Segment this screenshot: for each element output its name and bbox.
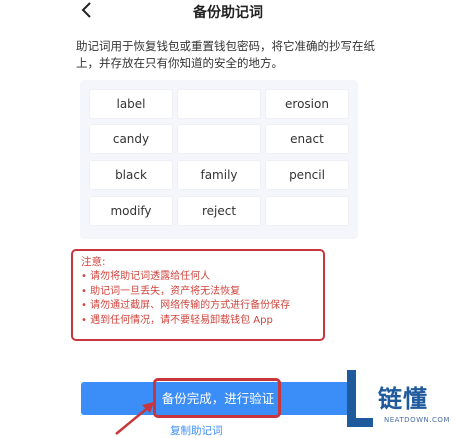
pointer-arrow-icon: [115, 402, 154, 435]
watermark-name: 链懂: [378, 385, 428, 413]
warning-notice: 注意: • 请勿将助记词透露给任何人 • 助记词一旦丢失，资产将无法恢复 • 请…: [71, 249, 325, 341]
watermark-domain: NEATDOWN.COM: [384, 416, 450, 424]
notice-item: • 请勿将助记词透露给任何人: [81, 271, 211, 282]
notice-title: 注意:: [81, 256, 106, 268]
mnemonic-word[interactable]: reject: [177, 196, 261, 226]
top-bar: 备份助记词: [0, 0, 456, 26]
mnemonic-word[interactable]: black: [89, 160, 173, 190]
notice-item: • 遇到任何情况，请不要轻易卸载钱包 App: [81, 314, 273, 326]
mnemonic-word[interactable]: label: [89, 89, 173, 119]
mnemonic-word[interactable]: erosion: [265, 89, 349, 119]
mnemonic-word[interactable]: [177, 124, 261, 154]
mnemonic-word[interactable]: enact: [265, 124, 349, 154]
copy-mnemonic-link[interactable]: 复制助记词: [170, 423, 223, 438]
mnemonic-word[interactable]: modify: [89, 196, 173, 226]
mnemonic-word[interactable]: pencil: [265, 160, 349, 190]
mnemonic-word[interactable]: candy: [89, 124, 173, 154]
mnemonic-word[interactable]: [265, 196, 349, 226]
mnemonic-description: 助记词用于恢复钱包或重置钱包密码，将它准确的抄写在纸上，并存放在只有你知道的安全…: [76, 39, 375, 70]
notice-item: • 助记词一旦丢失，资产将无法恢复: [81, 285, 241, 297]
watermark-logo-icon: [347, 370, 373, 427]
highlight-outline: [153, 378, 281, 418]
mnemonic-grid: label erosion candy enact black family p…: [80, 80, 358, 239]
page-title: 备份助记词: [193, 5, 263, 21]
notice-item: • 请勿通过截屏、网络传输的方式进行备份保存: [81, 300, 291, 311]
mnemonic-word[interactable]: [177, 89, 261, 119]
mnemonic-word[interactable]: family: [177, 160, 261, 190]
